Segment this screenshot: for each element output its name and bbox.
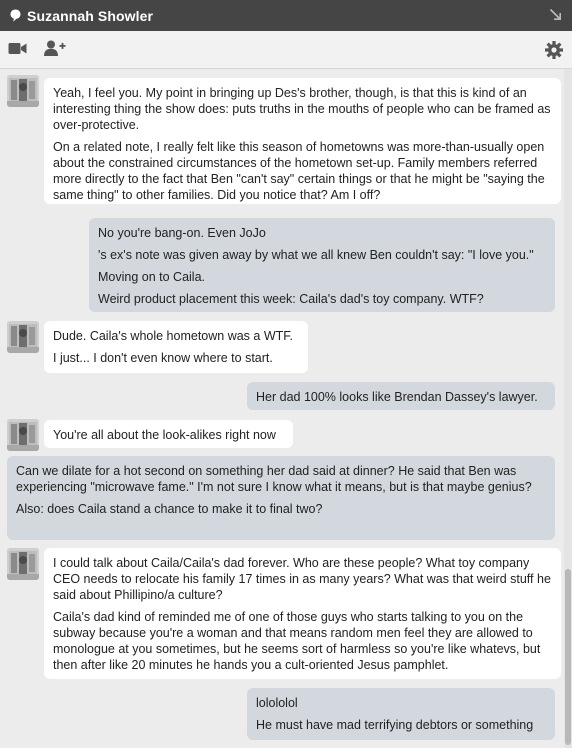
message-text: Also: does Caila stand a chance to make …	[16, 502, 323, 516]
message-text: Her dad 100% looks like Brendan Dassey's…	[256, 390, 538, 404]
message-bubble-outgoing: No you're bang-on. Even JoJo 's ex's not…	[89, 218, 555, 312]
chat-bubble-icon	[10, 9, 21, 22]
message-bubble-incoming: I could talk about Caila/Caila's dad for…	[44, 548, 561, 679]
video-camera-icon[interactable]	[8, 42, 27, 55]
message-text: No you're bang-on. Even JoJo	[98, 226, 266, 240]
window-title: Suzannah Showler	[27, 7, 154, 24]
message-text: He must have mad terrifying debtors or s…	[256, 718, 534, 732]
message-text: Moving on to Caila.	[98, 270, 206, 284]
avatar	[7, 75, 39, 107]
message-bubble-outgoing: Can we dilate for a hot second on someth…	[7, 456, 555, 540]
scrollbar[interactable]	[564, 69, 572, 748]
toolbar	[0, 31, 572, 69]
gear-icon[interactable]	[545, 41, 563, 59]
message-text: lolololol	[256, 696, 298, 710]
message-text: Can we dilate for a hot second on someth…	[16, 464, 532, 494]
message-text: On a related note, I really felt like th…	[53, 140, 545, 202]
message-bubble-outgoing: Her dad 100% looks like Brendan Dassey's…	[247, 382, 555, 410]
message-text: Weird product placement this week: Caila…	[98, 292, 484, 306]
avatar-photo-icon	[7, 75, 39, 107]
message-text: 's ex's note was given away by what we a…	[98, 248, 534, 262]
message-list[interactable]: Yeah, I feel you. My point in bringing u…	[0, 69, 572, 748]
message-bubble-incoming: Yeah, I feel you. My point in bringing u…	[44, 78, 561, 204]
message-text: I just... I don't even know where to sta…	[53, 351, 273, 365]
message-text: I could talk about Caila/Caila's dad for…	[53, 556, 551, 602]
add-user-icon[interactable]	[44, 40, 66, 56]
message-bubble-outgoing: lolololol He must have mad terrifying de…	[247, 688, 555, 740]
message-text: You're all about the look-alikes right n…	[53, 428, 276, 442]
title-bar: Suzannah Showler	[0, 0, 572, 31]
avatar-photo-icon	[7, 548, 39, 580]
message-text: Dude. Caila's whole hometown was a WTF.	[53, 329, 293, 343]
message-bubble-incoming: You're all about the look-alikes right n…	[44, 420, 293, 448]
avatar	[7, 548, 39, 580]
message-bubble-incoming: Dude. Caila's whole hometown was a WTF. …	[44, 321, 308, 373]
collapse-arrow-icon[interactable]	[549, 8, 562, 21]
message-text: Yeah, I feel you. My point in bringing u…	[53, 86, 551, 132]
avatar-photo-icon	[7, 419, 39, 451]
avatar-photo-icon	[7, 321, 39, 353]
scrollbar-thumb[interactable]	[565, 569, 571, 745]
avatar	[7, 419, 39, 451]
message-text: Caila's dad kind of reminded me of one o…	[53, 610, 541, 672]
avatar	[7, 321, 39, 353]
